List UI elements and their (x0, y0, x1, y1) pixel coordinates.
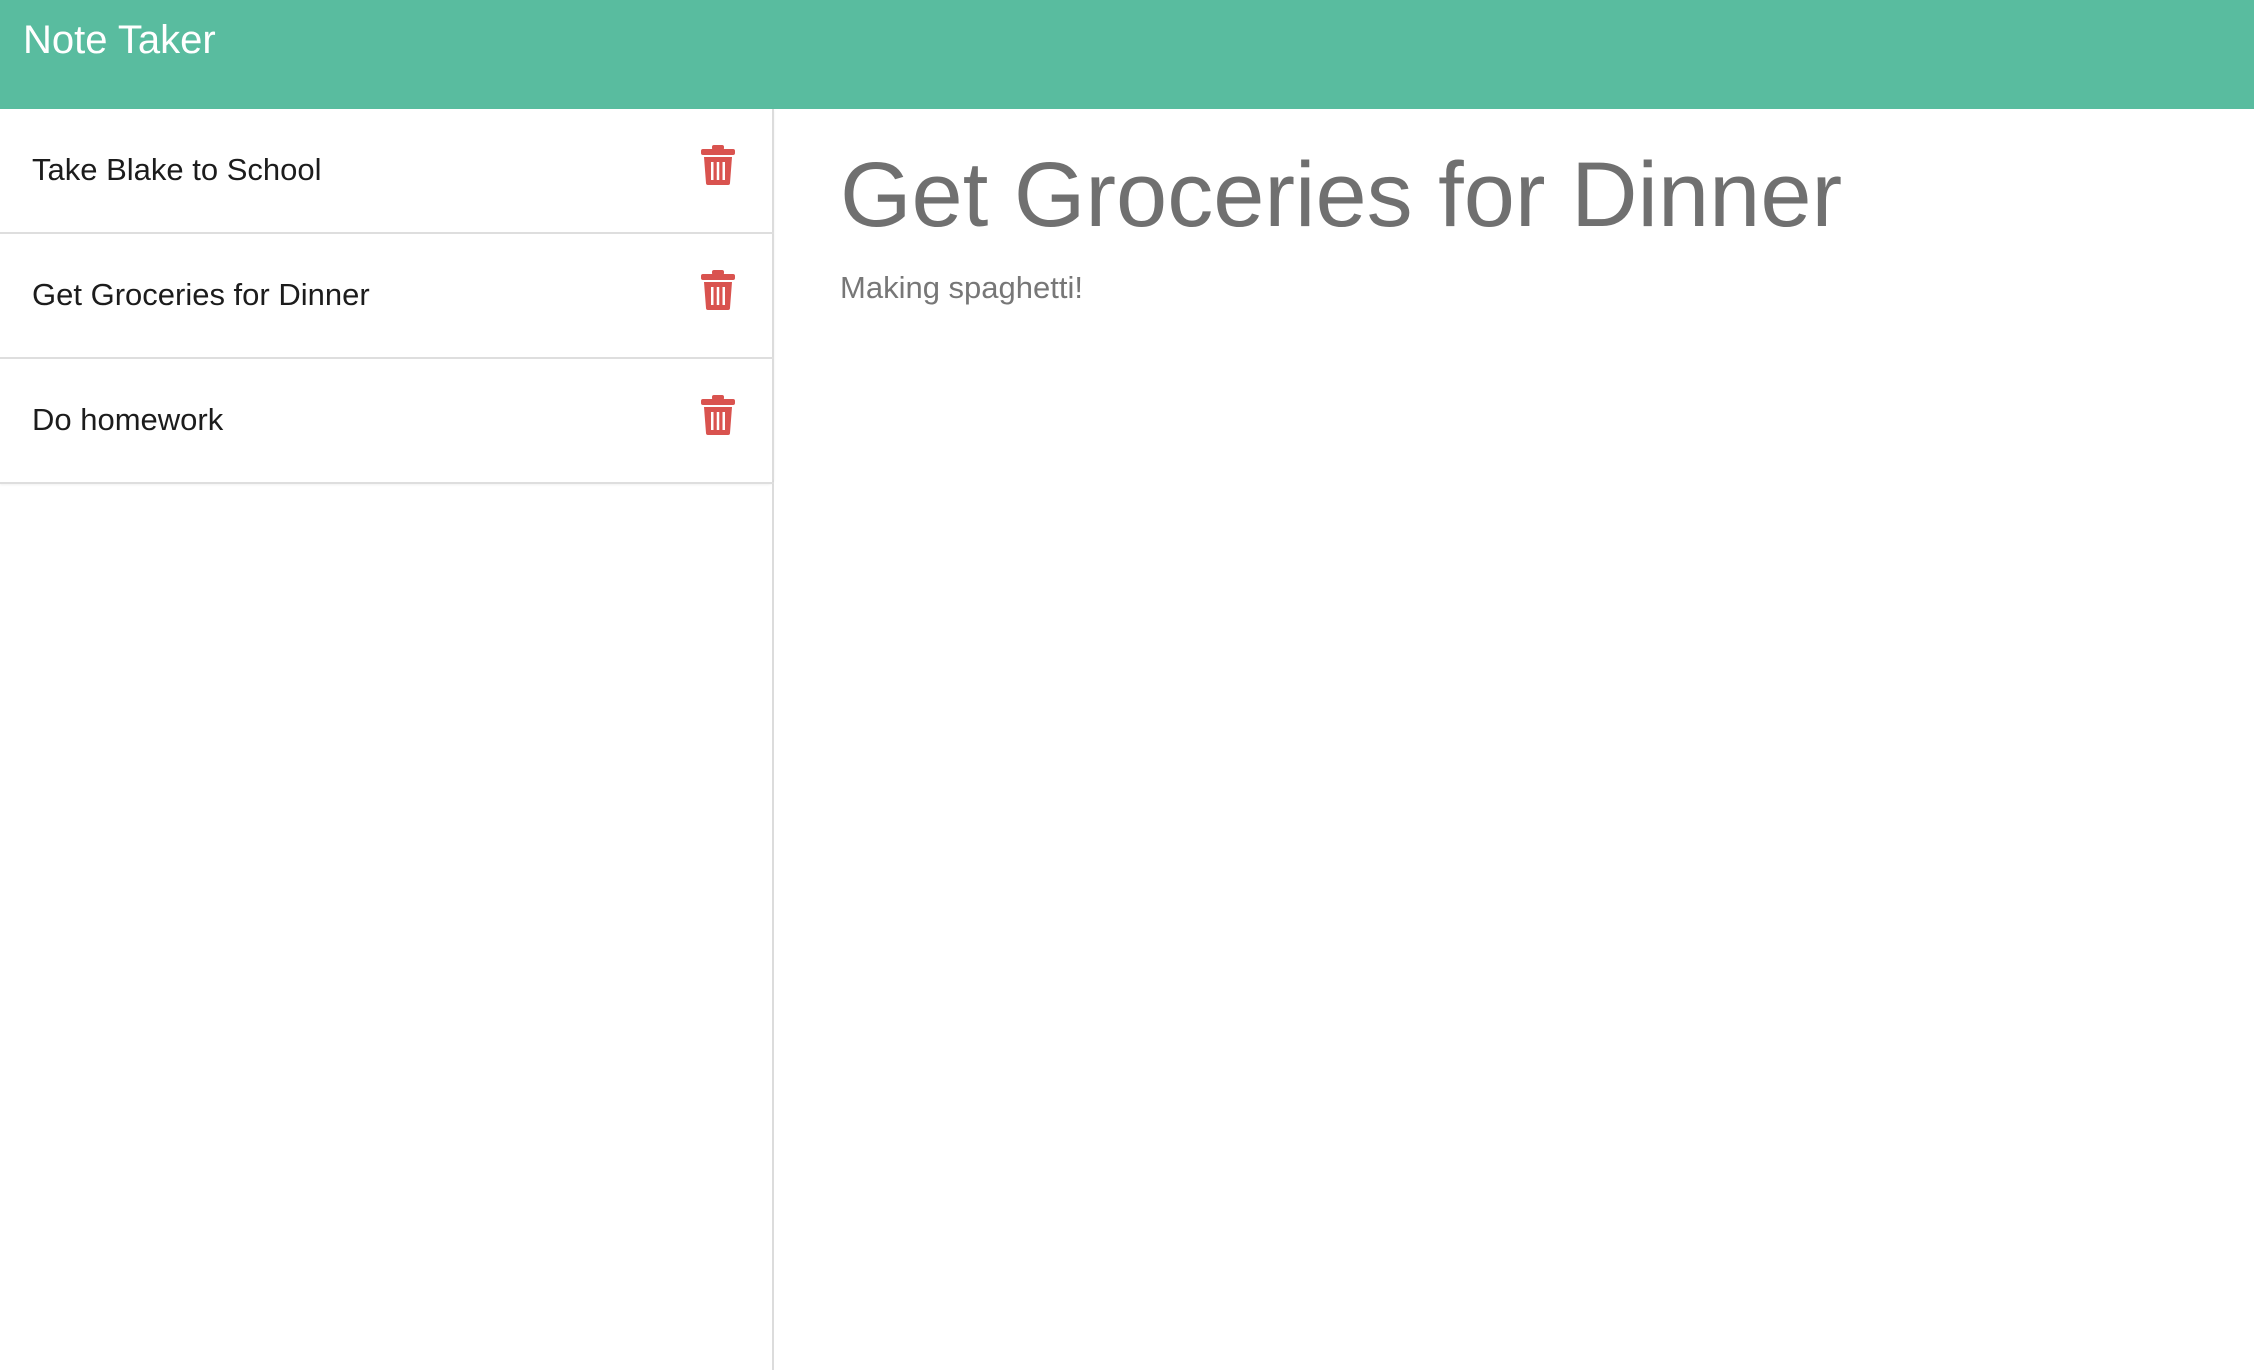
note-list: Take Blake to School Get Groceries for D… (0, 109, 774, 484)
note-list-item[interactable]: Take Blake to School (0, 109, 774, 234)
trash-icon[interactable] (701, 395, 735, 435)
note-list-item[interactable]: Get Groceries for Dinner (0, 234, 774, 359)
brand-link[interactable]: Note Taker (23, 14, 216, 66)
note-list-item-title[interactable]: Get Groceries for Dinner (32, 274, 370, 316)
top-navbar: Note Taker (0, 0, 2254, 109)
note-list-item-title[interactable]: Take Blake to School (32, 149, 322, 191)
note-title-display[interactable]: Get Groceries for Dinner (840, 135, 1842, 255)
note-text-display[interactable]: Making spaghetti! (840, 267, 1083, 309)
note-detail-panel: Get Groceries for Dinner Making spaghett… (776, 109, 2254, 1370)
trash-icon[interactable] (701, 145, 735, 185)
note-list-item-title[interactable]: Do homework (32, 399, 223, 441)
trash-icon[interactable] (701, 270, 735, 310)
note-list-item[interactable]: Do homework (0, 359, 774, 484)
note-list-panel: Take Blake to School Get Groceries for D… (0, 109, 774, 1370)
